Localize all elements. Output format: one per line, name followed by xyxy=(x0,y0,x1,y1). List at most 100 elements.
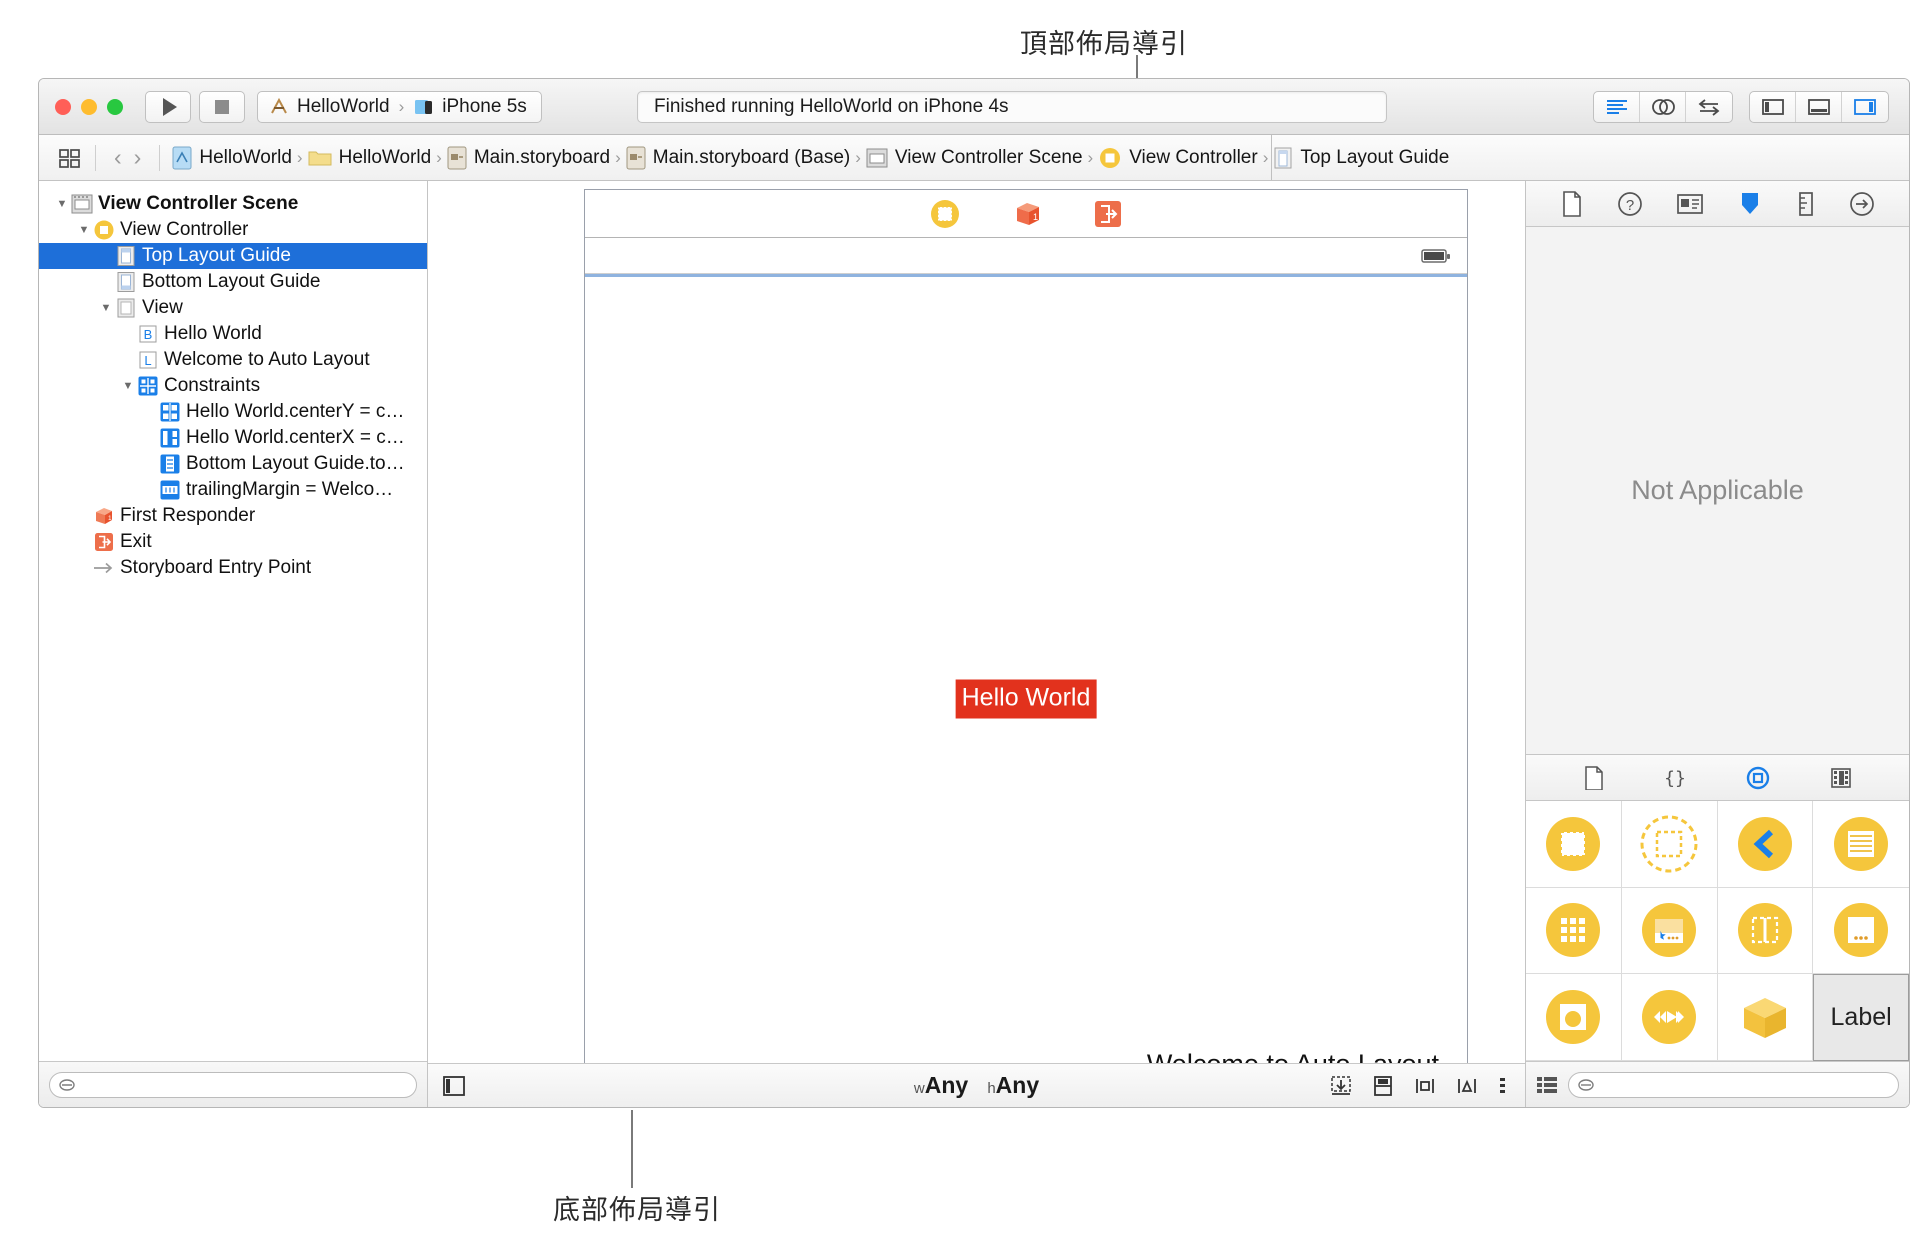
breadcrumb-item-scene[interactable]: View Controller Scene xyxy=(866,147,1083,169)
standard-editor-button[interactable] xyxy=(1594,92,1640,122)
update-frames-icon[interactable] xyxy=(1329,1075,1353,1097)
library-item-tab-bar-controller[interactable] xyxy=(1621,887,1718,975)
top-layout-guide-indicator[interactable] xyxy=(585,274,1467,277)
view-controller-icon[interactable] xyxy=(929,198,961,230)
library-item-avkit-player-controller[interactable] xyxy=(1621,974,1718,1061)
navigator-toggle-button[interactable] xyxy=(1750,92,1796,122)
attributes-inspector-icon[interactable] xyxy=(1737,191,1763,217)
outline-row[interactable]: Constraints xyxy=(39,373,427,399)
root-view[interactable]: Hello World Welcome to Auto Layout xyxy=(585,279,1467,1063)
library-item-glkit-view-controller[interactable] xyxy=(1526,974,1622,1061)
outline-row[interactable]: View xyxy=(39,295,427,321)
project-icon xyxy=(172,146,192,170)
outline-row[interactable]: Hello World.centerX = c… xyxy=(39,425,427,451)
view-controller-scene[interactable]: 1 Hello World xyxy=(584,189,1468,1063)
quick-help-icon[interactable]: ? xyxy=(1617,191,1643,217)
outline-row[interactable]: Bottom Layout Guide xyxy=(39,269,427,295)
breadcrumb-item-view-controller[interactable]: View Controller xyxy=(1098,146,1258,170)
library-item-collection-view-controller[interactable] xyxy=(1526,887,1622,975)
navigate-back-button[interactable]: ‹ xyxy=(108,144,128,171)
canvas[interactable]: 1 Hello World xyxy=(428,181,1525,1063)
breadcrumb-item-folder[interactable]: HelloWorld xyxy=(308,146,432,169)
scheme-project-label: HelloWorld xyxy=(297,95,390,117)
outline-filter-input[interactable] xyxy=(49,1071,417,1098)
navigate-forward-button[interactable]: › xyxy=(128,144,148,171)
size-inspector-icon[interactable] xyxy=(1796,191,1816,217)
library-item-navigation-controller[interactable] xyxy=(1717,801,1814,888)
autolayout-toolbar xyxy=(1329,1075,1509,1097)
utilities-toggle-button[interactable] xyxy=(1842,92,1888,122)
file-template-library-icon[interactable] xyxy=(1583,765,1605,790)
library-item-page-view-controller[interactable] xyxy=(1813,888,1909,975)
first-responder-icon[interactable]: 1 xyxy=(1011,198,1043,230)
resolve-issues-icon[interactable] xyxy=(1497,1075,1509,1097)
exit-icon[interactable] xyxy=(1093,199,1123,229)
breadcrumb-item-top-layout-guide[interactable]: Top Layout Guide xyxy=(1273,146,1449,170)
size-class-selector[interactable]: wAny hAny xyxy=(914,1072,1039,1099)
zoom-window-button[interactable] xyxy=(107,98,123,115)
outline-row[interactable]: Storyboard Entry Point xyxy=(39,555,427,581)
window-controls xyxy=(55,98,123,115)
disclosure-triangle-icon[interactable] xyxy=(97,302,115,314)
align-icon[interactable] xyxy=(1413,1075,1437,1097)
disclosure-triangle-icon[interactable] xyxy=(53,198,71,210)
outline-row[interactable]: B Hello World xyxy=(39,321,427,347)
outline-row[interactable]: View Controller Scene xyxy=(39,191,427,217)
connections-inspector-icon[interactable] xyxy=(1849,191,1875,217)
breadcrumb-chevron-icon: › xyxy=(296,147,303,167)
outline-row-label: trailingMargin = Welco… xyxy=(186,479,394,500)
document-outline-toggle-button[interactable] xyxy=(442,1075,466,1097)
identity-inspector-icon[interactable] xyxy=(1676,192,1704,216)
debug-area-toggle-button[interactable] xyxy=(1796,92,1842,122)
outline-row[interactable]: Exit xyxy=(39,529,427,555)
assistant-editor-button[interactable] xyxy=(1640,92,1686,122)
embed-in-icon[interactable] xyxy=(1371,1075,1395,1097)
breadcrumb-label: HelloWorld xyxy=(338,146,432,168)
scheme-selector[interactable]: HelloWorld › iPhone 5s xyxy=(257,90,542,123)
library-filter-input[interactable] xyxy=(1568,1071,1899,1098)
welcome-label[interactable]: Welcome to Auto Layout xyxy=(1147,1049,1439,1063)
svg-text:?: ? xyxy=(1626,197,1634,214)
svg-text:1: 1 xyxy=(108,515,112,522)
svg-text:B: B xyxy=(144,327,153,342)
outline-row[interactable]: Bottom Layout Guide.to… xyxy=(39,451,427,477)
view-toggle-segmented-control xyxy=(1749,91,1889,123)
file-inspector-icon[interactable] xyxy=(1560,190,1584,217)
outline-row[interactable]: 1 First Responder xyxy=(39,503,427,529)
breadcrumb-item-project[interactable]: HelloWorld xyxy=(172,146,292,170)
library-view-toggle-icon[interactable] xyxy=(1536,1075,1558,1095)
library-item-label-text: Label xyxy=(1830,1003,1892,1032)
label-icon: L xyxy=(137,349,159,371)
outline-row[interactable]: Top Layout Guide xyxy=(39,243,427,269)
library-item-container-view[interactable] xyxy=(1621,801,1718,888)
outline-row[interactable]: L Welcome to Auto Layout xyxy=(39,347,427,373)
object-library-icon[interactable] xyxy=(1745,765,1771,791)
library-item-label[interactable]: Label xyxy=(1813,974,1909,1061)
pin-icon[interactable] xyxy=(1455,1075,1479,1097)
version-editor-button[interactable] xyxy=(1686,92,1732,122)
code-snippet-library-icon[interactable]: {} xyxy=(1663,766,1687,790)
run-button[interactable] xyxy=(145,90,191,123)
breadcrumb-item-storyboard-base[interactable]: Main.storyboard (Base) xyxy=(626,146,850,170)
library-item-view-controller[interactable] xyxy=(1526,801,1622,888)
outline-row[interactable]: trailingMargin = Welco… xyxy=(39,477,427,503)
inspector-content: Not Applicable xyxy=(1526,227,1909,755)
outline-row[interactable]: View Controller xyxy=(39,217,427,243)
related-items-button[interactable] xyxy=(57,147,83,169)
minimize-window-button[interactable] xyxy=(81,98,97,115)
library-item-split-view-controller[interactable] xyxy=(1717,887,1814,975)
close-window-button[interactable] xyxy=(55,98,71,115)
library-item-object[interactable] xyxy=(1717,974,1814,1061)
disclosure-triangle-icon[interactable] xyxy=(75,224,93,236)
disclosure-triangle-icon[interactable] xyxy=(119,380,137,392)
breadcrumb-item-storyboard[interactable]: Main.storyboard xyxy=(447,146,610,170)
annotation-bottom-layout-guide: 底部佈局導引 xyxy=(553,1195,721,1225)
outline-row[interactable]: Hello World.centerY = c… xyxy=(39,399,427,425)
media-library-icon[interactable] xyxy=(1829,766,1853,790)
button-icon: B xyxy=(137,323,159,345)
library-item-table-view-controller[interactable] xyxy=(1813,801,1909,888)
hello-world-button[interactable]: Hello World xyxy=(955,679,1097,718)
svg-text:1: 1 xyxy=(1033,212,1038,222)
stop-button[interactable] xyxy=(199,90,245,123)
status-text: Finished running HelloWorld on iPhone 4s xyxy=(654,96,1009,117)
